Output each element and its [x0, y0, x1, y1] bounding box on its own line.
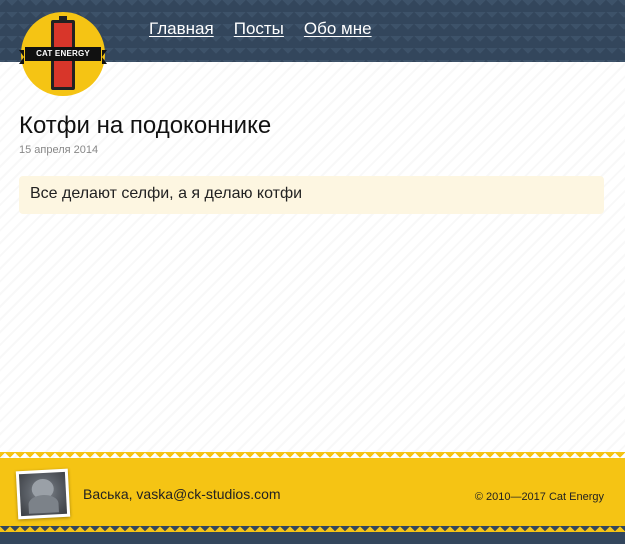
- post-title: Котфи на подоконнике: [19, 112, 272, 139]
- post-date: 15 апреля 2014: [19, 144, 99, 156]
- post-body: Все делают селфи, а я делаю котфи: [19, 176, 604, 214]
- site-footer: Васька, vaska@ck-studios.com © 2010—2017…: [0, 452, 625, 526]
- nav-link-posts[interactable]: Посты: [234, 19, 284, 39]
- nav-link-home[interactable]: Главная: [149, 19, 214, 39]
- main-nav: Главная Посты Обо мне: [149, 19, 372, 39]
- logo-text: CAT ENERGY: [19, 47, 107, 64]
- nav-link-about[interactable]: Обо мне: [304, 19, 372, 39]
- cat-energy-logo[interactable]: CAT ENERGY: [19, 12, 107, 96]
- copyright: © 2010—2017 Cat Energy: [474, 491, 604, 503]
- avatar: [15, 468, 71, 520]
- footer-bottom-strip: [0, 526, 625, 544]
- author-contact: Васька, vaska@ck-studios.com: [83, 486, 281, 502]
- cat-photo: [18, 471, 68, 517]
